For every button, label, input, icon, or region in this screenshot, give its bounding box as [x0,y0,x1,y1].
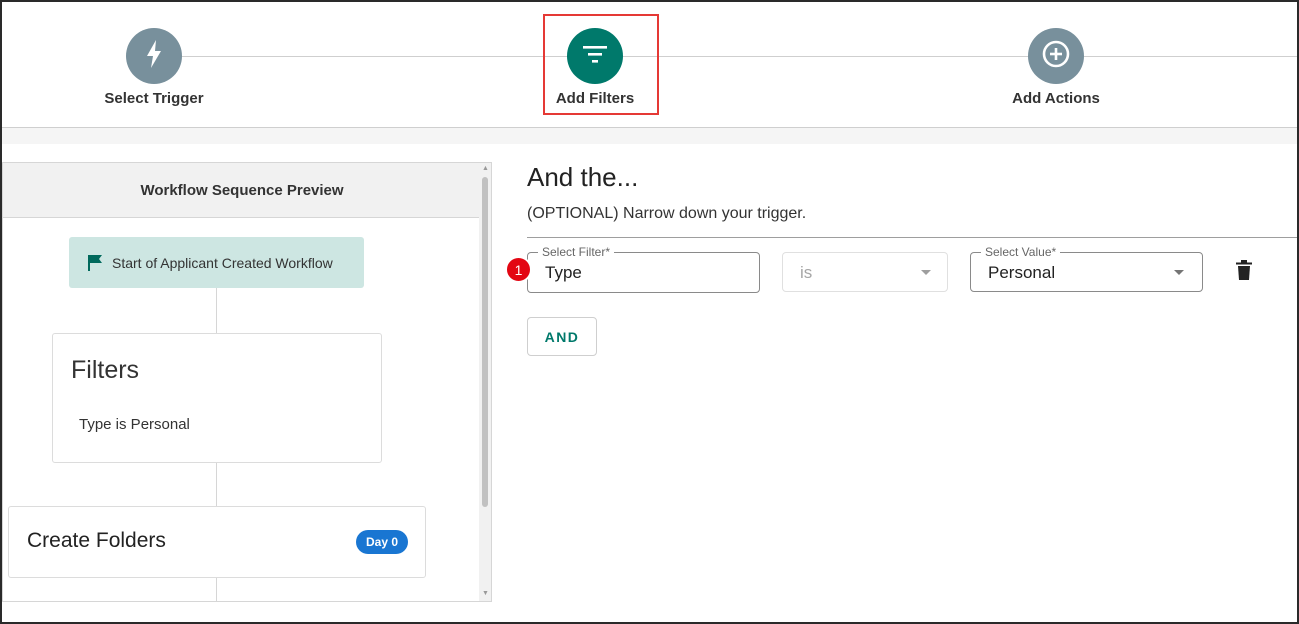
start-node: Start of Applicant Created Workflow [69,237,364,288]
and-button[interactable]: AND [527,317,597,356]
select-value-label: Select Value* [981,245,1061,259]
scroll-down-arrow-icon[interactable]: ▼ [482,590,489,597]
day-badge: Day 0 [356,530,408,554]
step-label: Add Actions [1012,90,1100,107]
filters-card[interactable]: Filters Type is Personal [52,333,382,463]
connector-line [216,288,217,333]
section-heading: And the... [527,162,639,192]
step-circle[interactable] [1028,28,1084,84]
select-filter-field[interactable]: Select Filter* Type [527,245,760,293]
scrollbar-thumb[interactable] [482,177,488,507]
connector-line [216,463,217,506]
stepper-connector-line [142,56,1297,57]
select-filter-label: Select Filter* [538,245,615,259]
preview-scrollbar[interactable]: ▲ ▼ [479,163,491,601]
bolt-icon [143,39,165,74]
select-filter-value: Type [545,263,582,282]
dropdown-caret-icon [1174,270,1184,275]
operator-select[interactable]: is [782,252,948,292]
step-circle[interactable] [126,28,182,84]
filters-card-description: Type is Personal [79,416,190,433]
scroll-up-arrow-icon[interactable]: ▲ [482,165,489,172]
section-gap [2,128,1297,144]
delete-filter-button[interactable] [1234,259,1254,285]
start-node-label: Start of Applicant Created Workflow [112,254,333,271]
plus-circle-icon [1041,39,1071,74]
trash-icon [1236,259,1252,285]
create-folders-title: Create Folders [27,529,166,552]
workflow-sequence-preview: Workflow Sequence Preview Start of Appli… [2,162,492,602]
connector-line [216,578,217,601]
highlight-annotation-box [543,14,659,115]
section-divider [527,237,1297,238]
step-label: Select Trigger [104,90,204,107]
preview-header: Workflow Sequence Preview [3,163,481,218]
select-value-value: Personal [988,263,1056,282]
step-number-marker: 1 [505,256,532,283]
flag-icon [87,254,103,272]
operator-value: is [800,263,813,282]
filters-card-title: Filters [71,356,140,384]
section-subheading: (OPTIONAL) Narrow down your trigger. [527,205,807,222]
create-folders-card[interactable]: Create Folders Day 0 [8,506,426,578]
dropdown-caret-icon [921,270,931,275]
select-value-field[interactable]: Select Value* Personal [970,245,1203,292]
